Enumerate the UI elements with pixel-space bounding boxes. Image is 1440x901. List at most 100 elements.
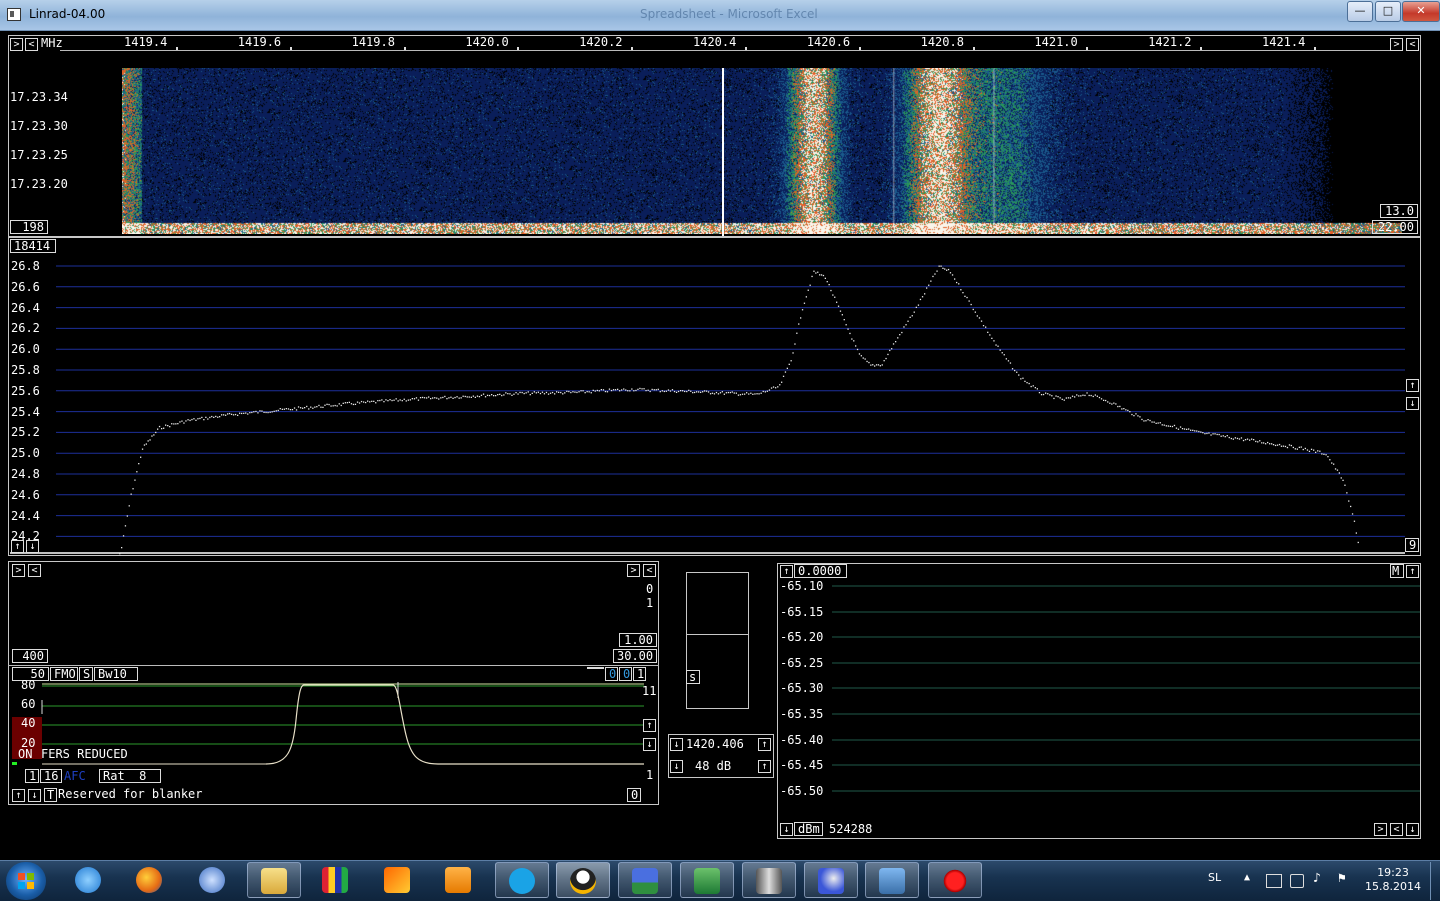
- taskbar-linrad-icon[interactable]: [556, 862, 610, 898]
- baseband-ch-value-2[interactable]: 0: [619, 667, 632, 681]
- waterfall-left-arrow-icon-2[interactable]: <: [1406, 38, 1419, 51]
- spectrum-y-label: 25.4: [11, 404, 40, 419]
- tray-flag-icon[interactable]: ⚑: [1338, 871, 1346, 886]
- freq-tick-label: 1419.8: [351, 35, 395, 49]
- spectrum-down-arrow-icon[interactable]: ↓: [26, 540, 39, 553]
- taskbar-dish-icon[interactable]: [804, 862, 858, 898]
- show-desktop-button[interactable]: [1430, 862, 1440, 900]
- taskbar-shuttle-icon[interactable]: [742, 862, 796, 898]
- waterfall-display[interactable]: [122, 68, 1402, 234]
- taskbar-thunderbird-icon[interactable]: [186, 862, 240, 898]
- waterfall-left-arrow-icon[interactable]: <: [25, 38, 38, 51]
- afc-label[interactable]: AFC: [64, 769, 86, 783]
- level-top-box[interactable]: 0.0000: [794, 564, 847, 578]
- taskbar-excel-icon[interactable]: [680, 862, 734, 898]
- language-indicator[interactable]: SL: [1208, 871, 1221, 884]
- baseband-s-box[interactable]: S: [79, 667, 93, 681]
- gain-down-arrow-icon[interactable]: ↓: [670, 760, 683, 773]
- tray-volume-icon[interactable]: ♪: [1313, 871, 1321, 886]
- taskbar-explorer-icon[interactable]: [247, 862, 301, 898]
- level-right-arrow-icon[interactable]: >: [1374, 823, 1387, 836]
- freq-tick-label: 1419.4: [124, 35, 168, 49]
- tray-device-icon[interactable]: [1290, 874, 1304, 888]
- taskbar-firefox-icon[interactable]: [123, 862, 177, 898]
- close-button[interactable]: ✕: [1402, 1, 1440, 22]
- freq-tick-label: 1421.2: [1148, 35, 1192, 49]
- background-window-title: Spreadsheet - Microsoft Excel: [640, 7, 818, 21]
- taskbar-splat-icon[interactable]: [928, 862, 982, 898]
- baseband-left-arrow-icon-2[interactable]: <: [643, 564, 656, 577]
- spectrum-panel: [8, 237, 1421, 556]
- level-y-label: -65.50: [780, 783, 824, 798]
- taskbar-ie-icon[interactable]: [62, 862, 116, 898]
- baseband-divider: [8, 665, 659, 666]
- freq-up-arrow-icon[interactable]: ↑: [758, 738, 771, 751]
- level-up-arrow-icon[interactable]: ↑: [780, 565, 793, 578]
- spectrum-y-label: 24.8: [11, 467, 40, 481]
- baseband-y-label: 40: [21, 716, 36, 730]
- waterfall-right-arrow-icon-2[interactable]: >: [1390, 38, 1403, 51]
- waterfall-right-arrow-icon[interactable]: >: [10, 38, 23, 51]
- spectrum-scale-down-icon[interactable]: ↓: [1406, 397, 1419, 410]
- waterfall-zero-box[interactable]: 13.0: [1380, 204, 1418, 218]
- taskbar-clock[interactable]: 19:23 15.8.2014: [1360, 866, 1426, 894]
- baseband-ch-value-1[interactable]: 0: [605, 667, 618, 681]
- level-down-arrow-icon-2[interactable]: ↓: [1406, 823, 1419, 836]
- taskbar-spectrum-app-icon[interactable]: [618, 862, 672, 898]
- blanker-value-box[interactable]: 0: [627, 788, 641, 802]
- spectrum-up-arrow-icon[interactable]: ↑: [11, 540, 24, 553]
- taskbar-books-icon[interactable]: [309, 862, 363, 898]
- baseband-up-arrow-icon[interactable]: ↑: [643, 719, 656, 732]
- baseband-box-2[interactable]: 30.00: [613, 649, 657, 663]
- freq-tick-label: 1421.0: [1034, 35, 1078, 49]
- on-label[interactable]: ON: [18, 747, 32, 761]
- baseband-ch-value-3[interactable]: 1: [633, 667, 646, 681]
- level-unit-box[interactable]: dBm: [794, 822, 823, 836]
- baseband-right-arrow-icon-2[interactable]: >: [627, 564, 640, 577]
- baseband-side-value: 1: [646, 596, 654, 610]
- taskbar-skype-icon[interactable]: [495, 862, 549, 898]
- baseband-box-1[interactable]: 1.00: [619, 633, 657, 647]
- baseband-down-arrow-icon[interactable]: ↓: [643, 738, 656, 751]
- center-frequency[interactable]: 1420.406: [686, 737, 744, 751]
- s-meter-s-box[interactable]: s: [686, 670, 700, 684]
- start-button[interactable]: [6, 862, 46, 900]
- baseband-bw-box[interactable]: Bw10: [94, 667, 138, 681]
- baseband-small-box-16[interactable]: 16: [40, 769, 62, 783]
- baseband-right-arrow-icon[interactable]: >: [12, 564, 25, 577]
- waterfall-avg-box[interactable]: 198: [10, 220, 48, 234]
- taskbar-media-icon[interactable]: [432, 862, 486, 898]
- waterfall-gain-box[interactable]: 22.00: [1372, 220, 1418, 234]
- blanker-up-arrow-icon[interactable]: ↑: [12, 789, 25, 802]
- baseband-left-arrow-icon[interactable]: <: [28, 564, 41, 577]
- level-down-arrow-icon[interactable]: ↓: [780, 823, 793, 836]
- taskbar-photos-icon[interactable]: [865, 862, 919, 898]
- level-up-arrow-icon-2[interactable]: ↑: [1406, 565, 1419, 578]
- baseband-small-box-1[interactable]: 1: [25, 769, 39, 783]
- tray-expand-icon[interactable]: ▲: [1244, 872, 1250, 883]
- spectrum-scale-up-icon[interactable]: ↑: [1406, 379, 1419, 392]
- level-y-label: -65.45: [780, 758, 824, 773]
- spectrum-right-box[interactable]: 9: [1405, 538, 1419, 552]
- rat-box[interactable]: Rat 8: [99, 769, 161, 783]
- baseband-ch-box[interactable]: [587, 667, 604, 669]
- baseband-mode-box[interactable]: FMO: [50, 667, 78, 681]
- blanker-down-arrow-icon[interactable]: ↓: [28, 789, 41, 802]
- level-sample-count: 524288: [829, 822, 873, 836]
- spectrum-avg-box[interactable]: 18414: [10, 239, 56, 253]
- level-m-box[interactable]: M: [1390, 564, 1404, 578]
- maximize-button[interactable]: □: [1375, 1, 1401, 22]
- tray-network-icon[interactable]: [1266, 874, 1282, 888]
- freq-tick-label: 1420.6: [806, 35, 851, 49]
- minimize-button[interactable]: —: [1347, 1, 1373, 22]
- waterfall-tuning-marker[interactable]: [722, 68, 724, 236]
- blanker-t-box[interactable]: T: [44, 788, 57, 802]
- level-left-arrow-icon[interactable]: <: [1390, 823, 1403, 836]
- level-y-label: -65.10: [780, 579, 824, 593]
- gain-value[interactable]: 48 dB: [695, 759, 731, 773]
- fers-label[interactable]: FERS REDUCED: [41, 747, 128, 761]
- freq-down-arrow-icon[interactable]: ↓: [670, 738, 683, 751]
- baseband-box-3[interactable]: 400: [12, 649, 48, 663]
- gain-up-arrow-icon[interactable]: ↑: [758, 760, 771, 773]
- taskbar-paint-icon[interactable]: [371, 862, 425, 898]
